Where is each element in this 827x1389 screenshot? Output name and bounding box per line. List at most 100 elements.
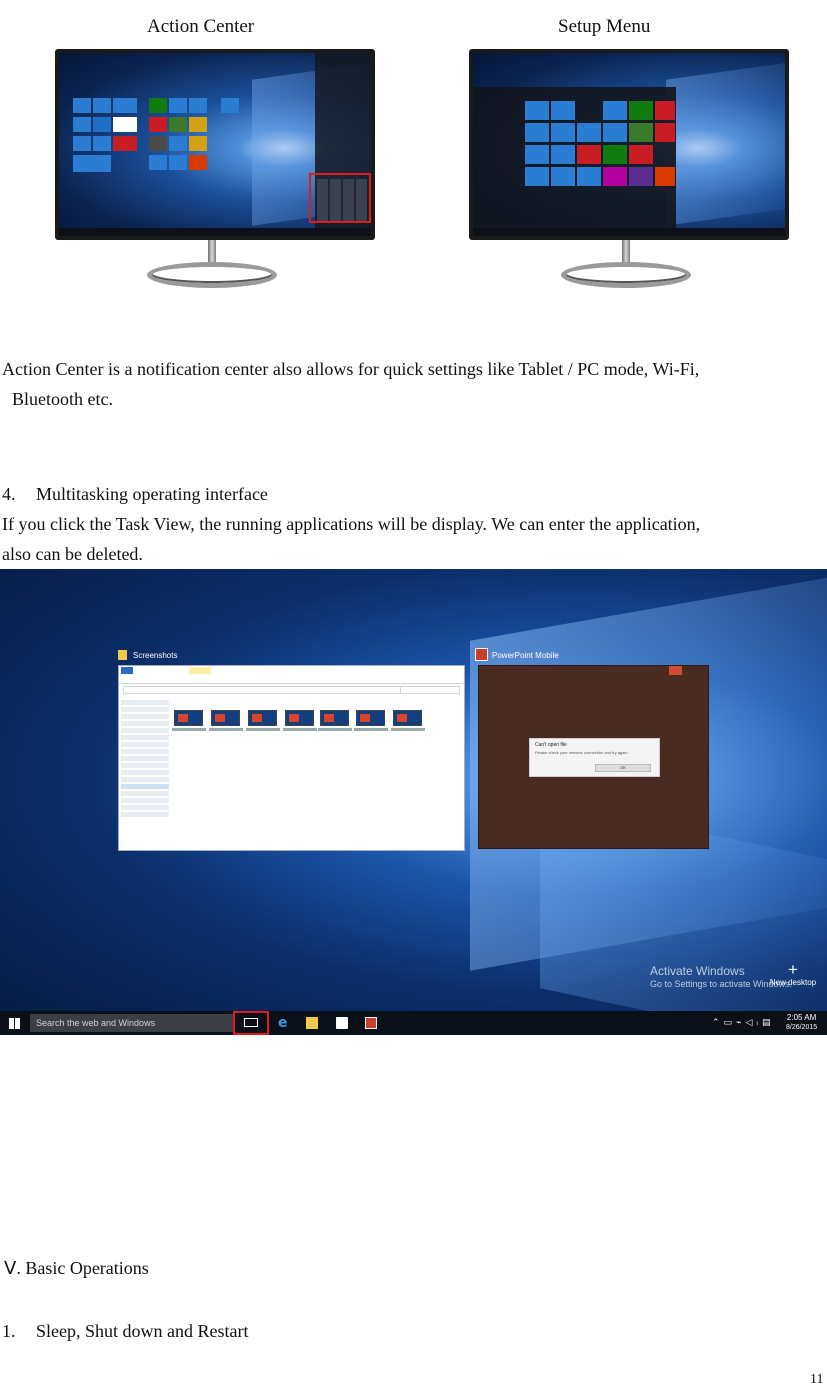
section-heading: Multitasking operating interface (36, 484, 268, 504)
screenshot-thumbnail[interactable] (320, 710, 349, 726)
powerpoint-icon (475, 648, 488, 661)
search-field[interactable] (400, 686, 460, 694)
powerpoint-window[interactable]: Can't open file Please check your networ… (478, 665, 709, 849)
screenshot-thumbnail[interactable] (248, 710, 277, 726)
action-center-description-line1: Action Center is a notification center a… (2, 359, 700, 379)
start-tile (73, 117, 91, 132)
taskbar (59, 228, 371, 236)
start-tile (603, 145, 627, 164)
start-tile (73, 136, 91, 151)
start-tile (655, 167, 675, 186)
multitasking-description-line1: If you click the Task View, the running … (2, 514, 701, 534)
start-tile (149, 98, 167, 113)
start-tile (189, 155, 207, 170)
start-tile (603, 167, 627, 186)
picture-tools-tab[interactable] (189, 667, 211, 674)
monitor-base (561, 262, 691, 288)
windows-taskbar: Search the web and Windows e ⌃▭⌁◁ᵢ▤ 2:05… (0, 1011, 827, 1035)
start-tile (169, 98, 187, 113)
screenshot-thumbnail[interactable] (356, 710, 385, 726)
error-dialog: Can't open file Please check your networ… (529, 738, 660, 777)
start-tile (113, 98, 137, 113)
start-tile (655, 101, 675, 120)
dialog-title: Can't open file (535, 742, 567, 748)
start-tile (113, 136, 137, 151)
taskbar-search-box[interactable]: Search the web and Windows (30, 1014, 233, 1032)
start-tile (603, 101, 627, 120)
start-tile (629, 123, 653, 142)
start-tile (169, 117, 187, 132)
plus-icon: + (788, 960, 798, 979)
multitasking-description-line2: also can be deleted. (2, 544, 143, 564)
start-tile (629, 101, 653, 120)
action-center-description-line2: Bluetooth etc. (12, 389, 113, 409)
section-numeral: Ⅴ. (4, 1258, 21, 1278)
start-tile (93, 117, 111, 132)
setup-menu-monitor (469, 49, 789, 289)
clock-time: 2:05 AM (786, 1013, 817, 1022)
ok-button[interactable]: OK (595, 764, 651, 772)
start-tile (169, 136, 187, 151)
start-tile (113, 117, 137, 132)
edge-icon[interactable]: e (278, 1016, 290, 1030)
section-number: 4. (2, 484, 16, 504)
explorer-window[interactable] (118, 665, 465, 851)
page-number: 11 (810, 1372, 824, 1387)
taskbar-clock[interactable]: 2:05 AM 8/26/2015 (786, 1013, 817, 1033)
start-tile (149, 155, 167, 170)
section-heading: Basic Operations (25, 1258, 149, 1278)
start-tile (525, 101, 549, 120)
file-tab[interactable] (121, 667, 133, 674)
file-explorer-icon[interactable] (306, 1017, 318, 1029)
subsection-heading: Sleep, Shut down and Restart (36, 1321, 249, 1341)
screenshot-thumbnail[interactable] (211, 710, 240, 726)
start-tile (551, 145, 575, 164)
windows-start-icon[interactable] (9, 1018, 20, 1029)
screenshot-thumbnail[interactable] (285, 710, 314, 726)
start-tile (525, 145, 549, 164)
monitor-screen (473, 53, 785, 236)
start-tile (525, 123, 549, 142)
multitasking-heading: 4. Multitasking operating interface (2, 479, 268, 509)
monitor-base (147, 262, 277, 288)
subsection-number: 1. (2, 1321, 16, 1341)
start-tile (577, 145, 601, 164)
action-center-monitor (55, 49, 375, 289)
store-icon[interactable] (336, 1017, 348, 1029)
navigation-pane[interactable] (121, 698, 169, 844)
clock-date: 8/26/2015 (786, 1024, 818, 1031)
start-tile (149, 117, 167, 132)
start-tile (551, 101, 575, 120)
task-view-screenshot: Screenshots PowerPoint Mobile Can't open… (0, 569, 827, 1035)
taskbar (473, 228, 785, 236)
start-tile (577, 123, 601, 142)
start-tile (73, 98, 91, 113)
window-controls[interactable] (684, 666, 706, 675)
dialog-text: Please check your network connection and… (535, 750, 629, 755)
task-view-icon[interactable] (244, 1018, 258, 1027)
folder-icon (118, 650, 127, 660)
start-tile (149, 136, 167, 151)
multitasking-description: If you click the Task View, the running … (2, 509, 827, 569)
basic-operations-heading: Ⅴ. Basic Operations (4, 1253, 149, 1283)
start-tile (189, 98, 207, 113)
screenshot-thumbnail[interactable] (174, 710, 203, 726)
new-desktop-button[interactable]: + New desktop (769, 961, 817, 987)
explorer-ribbon (119, 666, 464, 684)
monitor-bezel (469, 49, 789, 240)
start-tile (221, 98, 239, 113)
start-tile (93, 98, 111, 113)
start-tile (577, 167, 601, 186)
setup-menu-caption: Setup Menu (558, 16, 651, 37)
tray-icons[interactable]: ⌃▭⌁◁ᵢ▤ (712, 1018, 778, 1028)
new-desktop-label: New desktop (769, 978, 817, 987)
close-icon[interactable] (669, 666, 682, 675)
powerpoint-taskbar-icon[interactable] (365, 1017, 377, 1029)
powerpoint-window-title: PowerPoint Mobile (492, 651, 559, 660)
start-tile (525, 167, 549, 186)
start-tile (629, 145, 653, 164)
screenshot-thumbnail[interactable] (393, 710, 422, 726)
action-center-highlight (309, 173, 371, 223)
start-tile (73, 155, 111, 172)
ok-button-label: OK (620, 765, 626, 770)
